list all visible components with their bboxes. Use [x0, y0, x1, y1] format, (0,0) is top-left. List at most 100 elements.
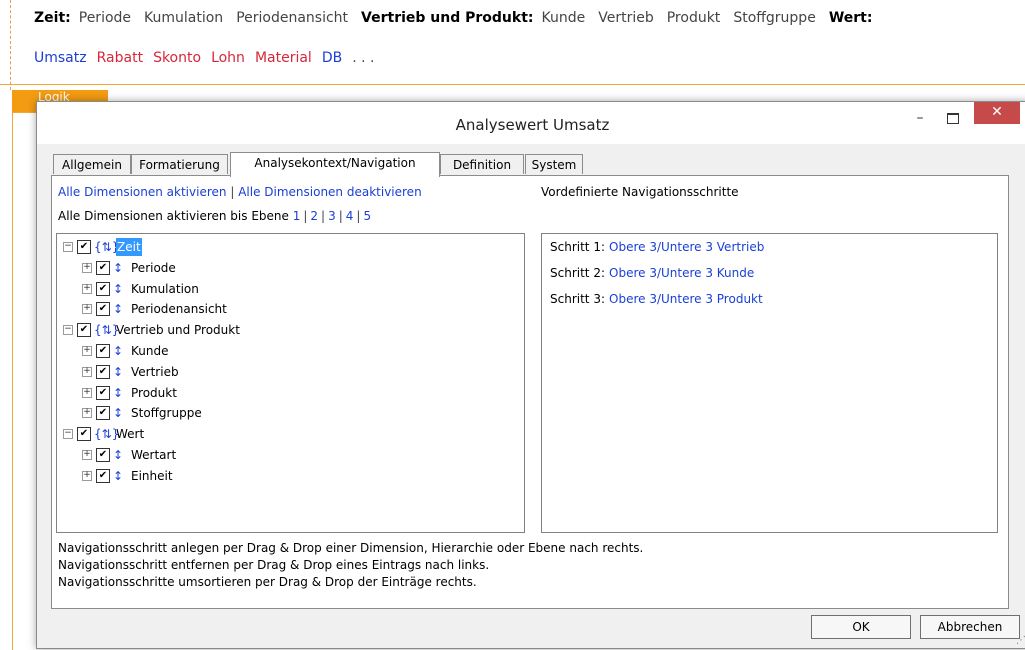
- step-prefix: Schritt 3:: [550, 292, 605, 306]
- node-checkbox[interactable]: ✔: [96, 302, 110, 317]
- navigation-step[interactable]: Schritt 1: Obere 3/Untere 3 Vertrieb: [550, 240, 764, 254]
- dimension-item[interactable]: Kunde: [542, 10, 586, 26]
- minimize-button[interactable]: –: [907, 108, 933, 130]
- tree-node-label: Kumulation: [131, 281, 199, 296]
- value-item[interactable]: Material: [255, 50, 312, 66]
- collapse-icon[interactable]: −: [63, 325, 73, 336]
- tree-node-label: Periodenansicht: [131, 302, 227, 317]
- level-activation-row: Alle Dimensionen aktivieren bis Ebene 1 |…: [58, 209, 371, 223]
- expand-icon[interactable]: +: [82, 346, 92, 356]
- navigation-steps-list: Schritt 1: Obere 3/Untere 3 Vertrieb Schri…: [541, 233, 998, 533]
- level-separator: |: [338, 209, 343, 223]
- navigation-step[interactable]: Schritt 2: Obere 3/Untere 3 Kunde: [550, 266, 754, 280]
- step-prefix: Schritt 1:: [550, 240, 605, 254]
- value-item[interactable]: Skonto: [153, 50, 201, 66]
- tab-allgemein[interactable]: Allgemein: [53, 154, 131, 174]
- node-checkbox[interactable]: ✔: [96, 406, 110, 421]
- value-item[interactable]: DB: [322, 50, 342, 66]
- step-link[interactable]: Obere 3/Untere 3 Vertrieb: [609, 240, 764, 254]
- collapse-icon[interactable]: −: [63, 242, 73, 252]
- value-item[interactable]: Umsatz: [34, 50, 87, 66]
- maximize-button[interactable]: [939, 108, 965, 130]
- level-separator: |: [303, 209, 308, 223]
- background-divider: [10, 0, 11, 90]
- hierarchy-icon: ↕: [113, 344, 124, 358]
- value-item[interactable]: Rabatt: [97, 50, 143, 66]
- tree-node-label: Vertrieb: [131, 364, 179, 379]
- close-button[interactable]: ✕: [974, 102, 1020, 124]
- node-checkbox[interactable]: ✔: [77, 240, 91, 254]
- collapse-icon[interactable]: −: [63, 429, 73, 440]
- dimension-toolbar: Zeit: Periode Kumulation Periodenansicht Ver…: [34, 10, 880, 26]
- tree-node-label: Kunde: [131, 344, 169, 358]
- hierarchy-icon: ↕: [113, 448, 124, 462]
- dimension-group-label: Vertrieb und Produkt:: [361, 10, 534, 26]
- dimension-item[interactable]: Kumulation: [144, 10, 223, 26]
- cancel-button[interactable]: Abbrechen: [920, 615, 1020, 639]
- link-separator: |: [230, 185, 235, 199]
- step-link[interactable]: Obere 3/Untere 3 Produkt: [609, 292, 763, 306]
- value-item[interactable]: . . .: [352, 50, 374, 66]
- level-links: 1 | 2 | 3 | 4 | 5: [293, 209, 371, 223]
- level-link-3[interactable]: 3: [328, 209, 336, 223]
- node-checkbox[interactable]: ✔: [96, 364, 110, 379]
- dialog-titlebar[interactable]: Analysewert Umsatz – ✕: [37, 102, 1025, 144]
- hint-text: Navigationsschritt anlegen per Drag & Dr…: [58, 540, 643, 591]
- tree-node-label: Vertrieb und Produkt: [116, 323, 240, 338]
- expand-icon[interactable]: +: [82, 262, 92, 273]
- hint-line: Navigationsschritt anlegen per Drag & Dr…: [58, 541, 644, 555]
- hierarchy-icon: ↕: [113, 385, 124, 400]
- node-checkbox[interactable]: ✔: [96, 468, 110, 483]
- dimension-item[interactable]: Vertrieb: [598, 10, 654, 26]
- level-link-1[interactable]: 1: [293, 209, 301, 223]
- level-prefix: Alle Dimensionen aktivieren bis Ebene: [58, 209, 289, 223]
- node-checkbox[interactable]: ✔: [96, 281, 110, 296]
- tree-node-label: Wertart: [131, 448, 177, 462]
- level-link-5[interactable]: 5: [363, 209, 371, 223]
- expand-icon[interactable]: +: [82, 304, 92, 315]
- tab-definition[interactable]: Definition: [440, 154, 524, 174]
- dimension-item[interactable]: Stoffgruppe: [733, 10, 816, 26]
- expand-icon[interactable]: +: [82, 470, 92, 481]
- deactivate-all-link[interactable]: Alle Dimensionen deaktivieren: [238, 185, 421, 199]
- hierarchy-icon: ↕: [113, 281, 124, 296]
- hierarchy-icon: ↕: [113, 468, 124, 483]
- hierarchy-icon: ↕: [113, 260, 124, 275]
- dimension-item[interactable]: Periode: [79, 10, 131, 26]
- expand-icon[interactable]: +: [82, 366, 92, 377]
- node-checkbox[interactable]: ✔: [77, 323, 91, 338]
- node-checkbox[interactable]: ✔: [77, 427, 91, 442]
- level-link-4[interactable]: 4: [346, 209, 354, 223]
- resize-grip-icon[interactable]: ⋰: [1016, 635, 1025, 646]
- node-checkbox[interactable]: ✔: [96, 448, 110, 462]
- value-toolbar: Umsatz Rabatt Skonto Lohn Material DB . . .: [34, 50, 384, 66]
- expand-icon[interactable]: +: [82, 450, 92, 460]
- level-separator: |: [356, 209, 361, 223]
- dimension-tree: − ✔ {⇅} Zeit + ✔ ↕ Periode + ✔ ↕ Kumulation + ✔ ↕ Perio…: [56, 233, 525, 533]
- dimension-links: Alle Dimensionen aktivieren | Alle Dimen…: [58, 185, 422, 199]
- value-item[interactable]: Lohn: [211, 50, 245, 66]
- node-checkbox[interactable]: ✔: [96, 260, 110, 275]
- activate-all-link[interactable]: Alle Dimensionen aktivieren: [58, 185, 226, 199]
- maximize-icon: [947, 113, 959, 124]
- analysis-value-dialog: Analysewert Umsatz – ✕ Allgemein Formati…: [36, 101, 1025, 649]
- dimension-item[interactable]: Produkt: [667, 10, 721, 26]
- level-link-2[interactable]: 2: [310, 209, 318, 223]
- level-separator: |: [321, 209, 326, 223]
- ok-button[interactable]: OK: [811, 615, 911, 639]
- tree-node-label: Periode: [131, 260, 176, 275]
- tab-analysekontext-navigation[interactable]: Analysekontext/Navigation: [230, 152, 440, 177]
- expand-icon[interactable]: +: [82, 387, 92, 398]
- dimension-item[interactable]: Periodenansicht: [236, 10, 348, 26]
- navigation-step[interactable]: Schritt 3: Obere 3/Untere 3 Produkt: [550, 292, 763, 306]
- expand-icon[interactable]: +: [82, 283, 92, 294]
- predefined-steps-label: Vordefinierte Navigationsschritte: [541, 185, 739, 199]
- expand-icon[interactable]: +: [82, 408, 92, 419]
- node-checkbox[interactable]: ✔: [96, 385, 110, 400]
- tab-formatierung[interactable]: Formatierung: [131, 154, 228, 174]
- node-checkbox[interactable]: ✔: [96, 344, 110, 358]
- tab-system[interactable]: System: [525, 154, 583, 174]
- hierarchy-icon: ↕: [113, 364, 124, 379]
- step-link[interactable]: Obere 3/Untere 3 Kunde: [609, 266, 754, 280]
- dimension-group-label: Zeit:: [34, 10, 71, 26]
